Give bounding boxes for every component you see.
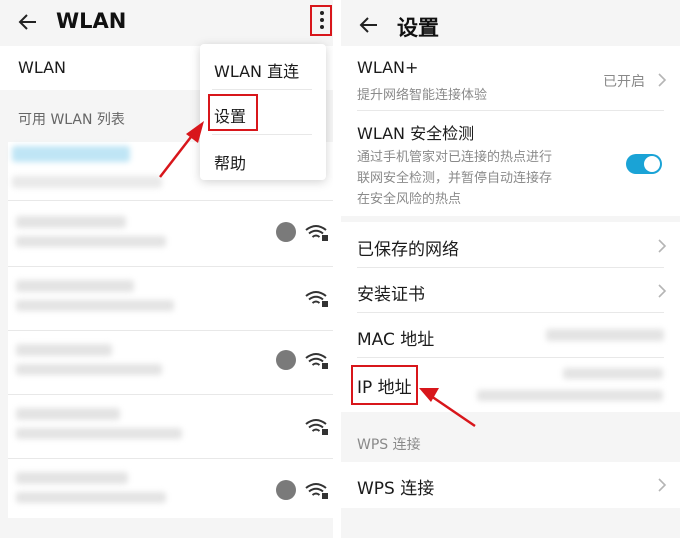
wlan-plus-value: 已开启 — [603, 74, 645, 90]
back-arrow-icon[interactable] — [18, 12, 38, 32]
settings-screen: 设置 WLAN+ 提升网络智能连接体验 已开启 WLAN 安全检测 通过手机管家… — [341, 0, 680, 538]
panel-gutter — [333, 0, 341, 538]
back-arrow-icon[interactable] — [359, 15, 379, 35]
chevron-right-icon — [657, 239, 667, 253]
hotspot-lock-icon — [276, 222, 296, 242]
page-title: WLAN — [56, 9, 127, 33]
red-arrow-icon — [159, 121, 204, 178]
network-list — [8, 142, 333, 518]
security-check-toggle[interactable] — [626, 154, 662, 174]
chevron-right-icon — [657, 73, 667, 87]
wlan-header: WLAN — [0, 0, 333, 44]
mac-address-label: MAC 地址 — [357, 330, 435, 350]
wlan-plus-row[interactable]: WLAN+ 提升网络智能连接体验 已开启 — [341, 46, 680, 110]
security-check-sub-2: 联网安全检测，并暂停自动连接存 — [357, 171, 553, 186]
security-check-row: WLAN 安全检测 通过手机管家对已连接的热点进行 联网安全检测，并暂停自动连接… — [341, 111, 680, 216]
menu-item-wlan-direct[interactable]: WLAN 直连 — [214, 58, 299, 82]
security-check-sub-3: 在安全风险的热点 — [357, 192, 462, 207]
mac-address-value-blurred — [546, 329, 664, 341]
wlan-plus-label: WLAN+ — [357, 58, 419, 77]
wifi-lock-icon — [305, 352, 329, 370]
page-title: 设置 — [397, 16, 439, 40]
red-arrow-icon — [419, 388, 476, 428]
wifi-lock-icon — [305, 418, 329, 436]
wps-label: WPS 连接 — [357, 479, 435, 499]
settings-card-top: WLAN+ 提升网络智能连接体验 已开启 WLAN 安全检测 通过手机管家对已连… — [341, 46, 680, 216]
wifi-lock-icon — [305, 224, 329, 242]
wlan-screen: WLAN WLAN 可用 WLAN 列表 WLAN 直连 设置 帮助 — [0, 0, 333, 538]
wifi-lock-icon — [305, 290, 329, 308]
chevron-right-icon — [657, 478, 667, 492]
saved-networks-row[interactable]: 已保存的网络 — [341, 222, 680, 267]
chevron-right-icon — [657, 284, 667, 298]
available-list-label: 可用 WLAN 列表 — [18, 112, 125, 128]
ip-address-value-blurred — [563, 368, 663, 379]
saved-networks-label: 已保存的网络 — [357, 240, 459, 260]
hotspot-lock-icon — [276, 480, 296, 500]
wlan-row-label: WLAN — [18, 58, 67, 77]
ipv6-address-value-blurred — [477, 390, 663, 401]
wlan-plus-sub: 提升网络智能连接体验 — [357, 88, 488, 103]
more-button-highlight — [310, 5, 332, 36]
wps-section-label: WPS 连接 — [357, 437, 421, 453]
mac-address-row: MAC 地址 — [341, 313, 680, 357]
hotspot-lock-icon — [276, 350, 296, 370]
security-check-label: WLAN 安全检测 — [357, 124, 475, 143]
ip-address-highlight — [351, 365, 418, 405]
wps-row[interactable]: WPS 连接 — [341, 462, 680, 508]
security-check-sub-1: 通过手机管家对已连接的热点进行 — [357, 150, 553, 165]
settings-item-highlight — [208, 94, 258, 131]
install-cert-label: 安装证书 — [357, 285, 425, 305]
menu-item-help[interactable]: 帮助 — [214, 150, 246, 174]
settings-header: 设置 — [341, 0, 680, 44]
install-cert-row[interactable]: 安装证书 — [341, 268, 680, 312]
wifi-lock-icon — [305, 482, 329, 500]
